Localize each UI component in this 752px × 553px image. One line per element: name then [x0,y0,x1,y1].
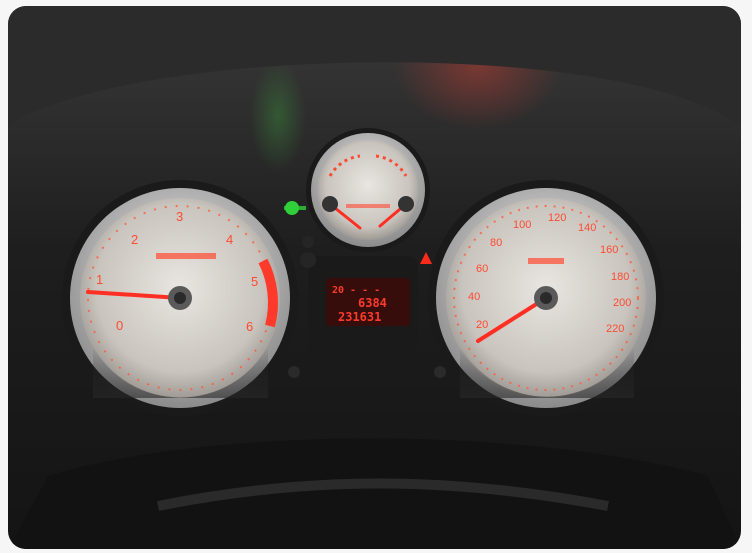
odometer-reading: 231631 [338,310,381,324]
trip-distance: 6384 [358,296,387,310]
tach-brand-mark [156,253,216,259]
speed-label-120: 120 [548,212,566,224]
indicator-slot-icon [300,252,316,268]
tach-label-0: 0 [116,318,123,333]
fuel-hub [322,196,338,212]
trip-reset-knob [288,366,300,378]
photo-frame: 0 1 2 3 4 5 6 20 40 60 80 100 120 140 16… [0,0,752,553]
steering-wheel-rim [8,438,741,549]
tach-label-1: 1 [96,272,103,287]
speed-label-100: 100 [513,219,531,231]
dimmer-knob [434,366,446,378]
speedometer-gauge: 20 40 60 80 100 120 140 160 180 200 220 [428,180,664,416]
green-indicator-glow [284,206,306,210]
odometer-display: 20 - - - 6384 231631 [326,278,410,326]
speed-label-60: 60 [476,263,488,275]
fuel-temp-gauge [306,128,430,252]
instrument-cluster: 0 1 2 3 4 5 6 20 40 60 80 100 120 140 16… [8,6,741,549]
speed-label-180: 180 [611,271,629,283]
speed-label-200: 200 [613,297,631,309]
temp-hub [398,196,414,212]
display-top-line: 20 - - - [332,285,380,296]
speed-unit-mark [528,258,564,264]
speed-label-220: 220 [606,323,624,335]
speed-label-160: 160 [600,244,618,256]
speed-label-20: 20 [476,319,488,331]
speed-label-80: 80 [490,237,502,249]
tach-label-6: 6 [246,319,253,334]
tach-label-2: 2 [131,232,138,247]
tach-label-3: 3 [176,209,183,224]
dashboard-photo: 0 1 2 3 4 5 6 20 40 60 80 100 120 140 16… [8,6,741,549]
tach-label-5: 5 [251,274,258,289]
red-warning-icon [420,252,432,264]
speed-label-40: 40 [468,291,480,303]
indicator-slot-icon [302,236,314,248]
tachometer-gauge: 0 1 2 3 4 5 6 [62,180,298,416]
tach-label-4: 4 [226,232,233,247]
speed-label-140: 140 [578,222,596,234]
dashboard-hood [8,6,741,126]
